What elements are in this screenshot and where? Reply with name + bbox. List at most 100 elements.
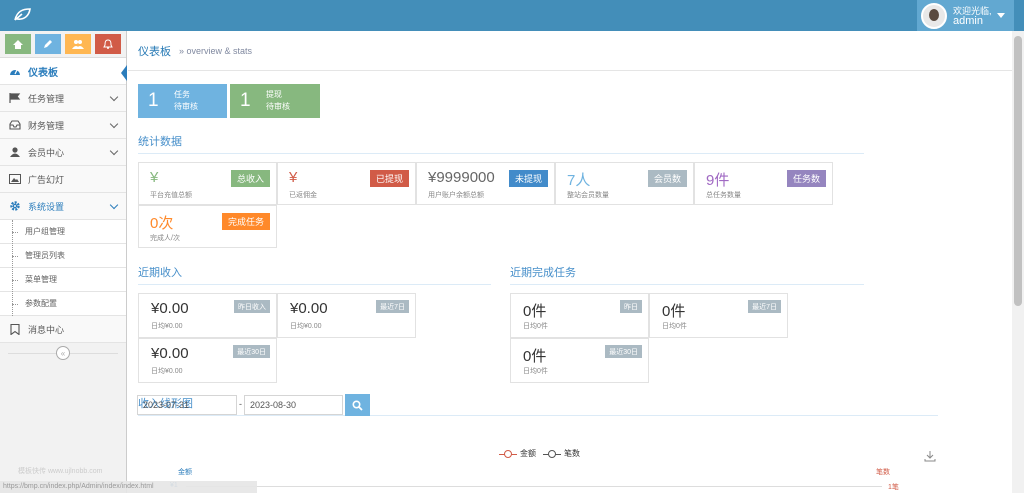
- card-desc: 日均¥0.00: [151, 323, 183, 330]
- sidebar-item-messages[interactable]: 消息中心: [0, 316, 126, 343]
- shortcut-bar: [0, 31, 126, 58]
- page-title: 仪表板: [138, 45, 171, 58]
- scrollbar-thumb[interactable]: [1014, 36, 1022, 306]
- stat-desc: 平台充值总额: [150, 192, 192, 199]
- search-button[interactable]: [345, 394, 370, 416]
- stat-desc: 整站会员数量: [567, 192, 609, 199]
- inbox-icon: [9, 120, 21, 130]
- pencil-icon: [44, 40, 52, 48]
- welcome-text: 欢迎光临,: [953, 5, 992, 16]
- task-card: 0件 日均0件 最近7日: [649, 293, 788, 338]
- card-badge: 昨日: [620, 300, 642, 313]
- date-to-input[interactable]: 2023-08-30: [244, 395, 343, 415]
- avatar: [921, 2, 947, 29]
- card-value: ¥0.00: [151, 345, 189, 362]
- sidebar: 仪表板 任务管理 财务管理 会员中心 广告幻灯 系统设置 用户组管理 管理员列表…: [0, 31, 127, 493]
- page-subtitle: » overview & stats: [179, 45, 253, 56]
- sidebar-item-label: 消息中心: [28, 324, 65, 335]
- chevron-down-icon: [109, 92, 119, 102]
- y-axis-right-label: 笔数: [876, 469, 890, 476]
- date-separator: -: [239, 399, 242, 409]
- stat-desc: 完成人/次: [150, 235, 180, 242]
- card-desc: 日均0件: [523, 368, 548, 375]
- chevron-down-icon: [109, 200, 119, 210]
- date-from-input[interactable]: 2023-07-31: [137, 395, 237, 415]
- submenu-item-menu-manage[interactable]: 菜单管理: [0, 268, 126, 292]
- stat-desc: 总任务数量: [706, 192, 741, 199]
- user-icon: [9, 147, 21, 157]
- shortcut-home-button[interactable]: [5, 34, 31, 54]
- submenu-item-user-groups[interactable]: 用户组管理: [0, 220, 126, 244]
- username: admin: [953, 14, 983, 27]
- sidebar-item-label: 仪表板: [28, 67, 58, 79]
- legend-marker: [499, 449, 517, 458]
- stat-badge: 会员数: [647, 170, 693, 187]
- active-indicator: [121, 65, 127, 81]
- card-badge: 昨日收入: [234, 300, 270, 313]
- stat-desc: 已返佣金: [289, 192, 317, 199]
- card-value: 0件: [523, 303, 547, 320]
- legend-marker: [543, 449, 561, 458]
- sidebar-item-settings[interactable]: 系统设置: [0, 193, 126, 220]
- card-value: 0件: [662, 303, 686, 320]
- card-badge: 最近7日: [748, 300, 781, 313]
- legend-count[interactable]: 笔数: [543, 448, 580, 459]
- stat-card: ¥ 平台充值总额 总收入: [138, 162, 277, 205]
- card-desc: 日均¥0.00: [151, 368, 183, 375]
- watermark: 模板快传 www.ujlnobb.com: [18, 468, 103, 475]
- sidebar-item-label: 广告幻灯: [28, 174, 65, 185]
- flag-icon: [9, 93, 21, 103]
- shortcut-users-button[interactable]: [65, 34, 91, 54]
- stat-badge: 任务数: [786, 170, 832, 187]
- stat-badge: 已提现: [369, 170, 415, 187]
- picture-icon: [9, 174, 21, 184]
- top-navbar: 欢迎光临, admin: [0, 0, 1024, 31]
- submenu-item-param-config[interactable]: 参数配置: [0, 292, 126, 316]
- income-card: ¥0.00 日均¥0.00 昨日收入: [138, 293, 277, 338]
- stat-value: 7人: [567, 172, 591, 189]
- legend-amount[interactable]: 金额: [499, 448, 536, 459]
- y-axis-left-label: 金额: [178, 469, 192, 476]
- stat-value: 0次: [150, 215, 174, 232]
- stat-card: 0次 完成人/次 完成任务: [138, 205, 277, 248]
- chevron-down-icon: [109, 146, 119, 156]
- sidebar-item-ads[interactable]: 广告幻灯: [0, 166, 126, 193]
- breadcrumb: 仪表板 » overview & stats: [128, 31, 1012, 71]
- shortcut-edit-button[interactable]: [35, 34, 61, 54]
- page-scrollbar[interactable]: [1012, 31, 1024, 493]
- stat-card: ¥9999000 用户账户余额总额 未提现: [416, 162, 555, 205]
- leaf-logo-icon[interactable]: [13, 8, 31, 22]
- pending-tasks-tile[interactable]: 1 任务 待审核: [138, 84, 227, 118]
- chevron-down-icon: [109, 119, 119, 129]
- stat-badge: 总收入: [230, 170, 276, 187]
- stat-card: 9件 总任务数量 任务数: [694, 162, 833, 205]
- sidebar-item-members[interactable]: 会员中心: [0, 139, 126, 166]
- collapse-toggle-button[interactable]: «: [56, 346, 70, 360]
- submenu-item-admin-list[interactable]: 管理员列表: [0, 244, 126, 268]
- stat-badge: 未提现: [508, 170, 554, 187]
- sidebar-item-finance[interactable]: 财务管理: [0, 112, 126, 139]
- search-icon: [352, 399, 363, 411]
- stat-value: ¥: [150, 169, 159, 186]
- user-menu[interactable]: 欢迎光临, admin: [917, 0, 1014, 31]
- y-axis-right-tick: 1笔: [888, 484, 899, 491]
- caret-down-icon: [997, 13, 1005, 18]
- sidebar-collapse: «: [0, 343, 126, 363]
- shortcut-alert-button[interactable]: [95, 34, 121, 54]
- download-icon[interactable]: [924, 450, 936, 462]
- sidebar-item-dashboard[interactable]: 仪表板: [0, 58, 127, 85]
- sidebar-item-label: 会员中心: [28, 147, 65, 158]
- income-card: ¥0.00 日均¥0.00 最近7日: [277, 293, 416, 338]
- card-value: 0件: [523, 348, 547, 365]
- tile-count: 1: [240, 90, 251, 111]
- card-badge: 最近30日: [605, 345, 642, 358]
- card-desc: 日均0件: [662, 323, 687, 330]
- settings-submenu: 用户组管理 管理员列表 菜单管理 参数配置: [0, 220, 126, 316]
- stat-value: ¥9999000: [428, 169, 495, 186]
- pending-withdraw-tile[interactable]: 1 提现 待审核: [230, 84, 320, 118]
- sidebar-item-tasks[interactable]: 任务管理: [0, 85, 126, 112]
- home-icon: [13, 39, 23, 49]
- card-desc: 日均¥0.00: [290, 323, 322, 330]
- tasks-section-title: 近期完成任务: [510, 264, 864, 285]
- dashboard-icon: [9, 66, 21, 76]
